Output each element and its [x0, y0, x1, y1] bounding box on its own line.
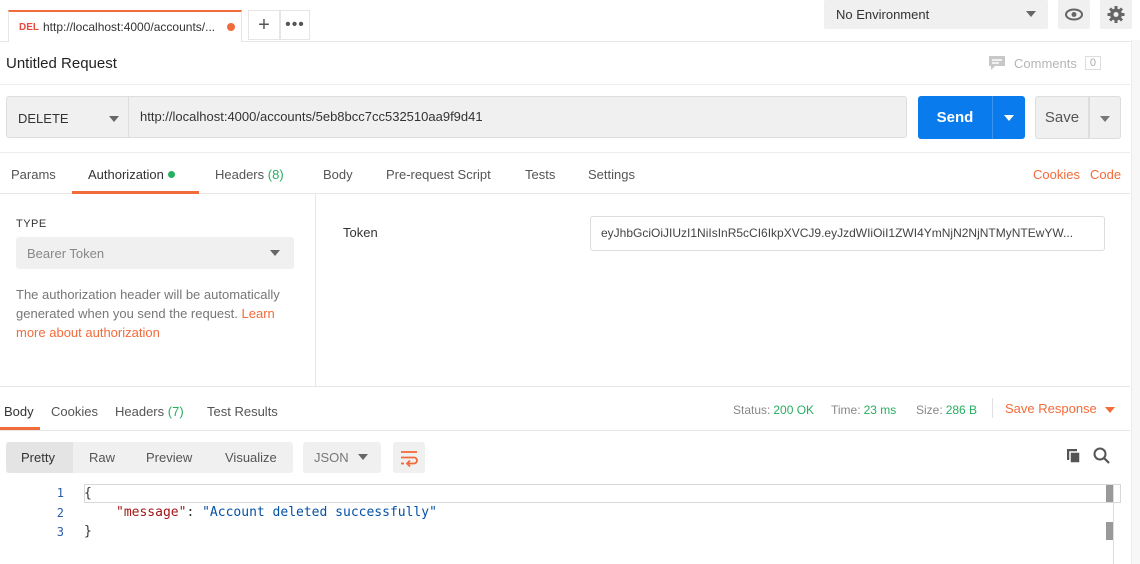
code-line-3: }	[84, 524, 92, 539]
tab-settings[interactable]: Settings	[588, 167, 635, 182]
chevron-down-icon	[358, 454, 368, 460]
tab-params[interactable]: Params	[11, 167, 56, 182]
url-input[interactable]: http://localhost:4000/accounts/5eb8bcc7c…	[129, 96, 907, 138]
wrap-lines-button[interactable]	[393, 442, 425, 473]
tab-headers[interactable]: Headers (8)	[215, 167, 284, 182]
save-response-button[interactable]: Save Response	[1005, 401, 1097, 416]
active-dot-icon	[167, 171, 175, 178]
code-scroll-marker[interactable]	[1106, 522, 1113, 540]
status-label: Status:	[733, 403, 771, 417]
view-raw-button[interactable]: Raw	[89, 450, 115, 465]
status-value[interactable]: 200 OK	[773, 403, 814, 417]
auth-description: The authorization header will be automat…	[16, 285, 301, 342]
response-tab-headers-label: Headers	[115, 404, 165, 419]
wrap-icon	[401, 451, 418, 468]
request-name[interactable]: Untitled Request	[6, 55, 117, 72]
tab-url-label: http://localhost:4000/accounts/...	[43, 20, 216, 34]
tab-method-label: DEL	[19, 22, 39, 33]
view-preview-button[interactable]: Preview	[146, 450, 192, 465]
save-button[interactable]: Save	[1035, 96, 1089, 139]
response-tab-cookies[interactable]: Cookies	[51, 404, 98, 419]
cookies-link[interactable]: Cookies	[1033, 167, 1080, 182]
chevron-down-icon	[270, 250, 280, 256]
tab-headers-count: (8)	[267, 167, 284, 182]
more-icon: •••	[285, 16, 305, 33]
code-line-1: {	[84, 486, 92, 501]
tab-authorization[interactable]: Authorization	[88, 167, 175, 182]
divider	[0, 430, 1130, 431]
code-line-2: "message": "Account deleted successfully…	[116, 505, 437, 520]
page-scrollbar[interactable]	[1131, 40, 1140, 564]
copy-button[interactable]	[1064, 446, 1084, 466]
line-number: 1	[56, 486, 64, 500]
view-pretty-button[interactable]: Pretty	[21, 450, 55, 465]
tab-tests[interactable]: Tests	[525, 167, 555, 182]
search-button[interactable]	[1092, 446, 1112, 466]
time-value[interactable]: 23 ms	[864, 403, 897, 417]
size-meta: Size: 286 B	[916, 403, 977, 417]
divider	[0, 386, 1130, 387]
request-tab[interactable]: DEL http://localhost:4000/accounts/...	[8, 10, 242, 42]
chevron-down-icon	[109, 116, 119, 122]
code-link[interactable]: Code	[1090, 167, 1121, 182]
token-input[interactable]: eyJhbGciOiJIUzI1NiIsInR5cCI6IkpXVCJ9.eyJ…	[590, 216, 1105, 251]
view-visualize-button[interactable]: Visualize	[225, 450, 277, 465]
comment-icon	[989, 56, 1005, 70]
request-tabs: Params Authorization Headers (8) Body Pr…	[0, 152, 1130, 194]
tab-body[interactable]: Body	[323, 167, 353, 182]
format-label: JSON	[314, 450, 349, 465]
comments-button[interactable]: Comments 0	[988, 53, 1101, 73]
eye-icon	[1065, 8, 1083, 21]
token-label: Token	[343, 225, 378, 240]
unsaved-dot-icon	[227, 23, 235, 31]
auth-type-select[interactable]: Bearer Token	[16, 237, 294, 269]
code-scroll-marker[interactable]	[1106, 485, 1113, 502]
auth-description-text: The authorization header will be automat…	[16, 287, 280, 321]
status-meta: Status: 200 OK	[733, 403, 814, 417]
active-line-highlight	[84, 484, 1121, 503]
environment-select[interactable]: No Environment	[824, 0, 1048, 29]
auth-type-label: TYPE	[16, 218, 47, 230]
new-tab-button[interactable]: +	[248, 10, 280, 40]
response-tab-test-results[interactable]: Test Results	[207, 404, 278, 419]
settings-button[interactable]	[1100, 0, 1132, 29]
copy-icon	[1067, 449, 1081, 464]
response-tab-headers-count: (7)	[167, 404, 184, 419]
line-number: 3	[56, 525, 64, 539]
auth-type-value: Bearer Token	[27, 246, 105, 261]
tab-options-button[interactable]: •••	[280, 10, 310, 40]
send-button[interactable]: Send	[918, 96, 992, 139]
chevron-down-icon[interactable]	[1105, 407, 1115, 413]
line-number: 2	[56, 506, 64, 520]
tab-prerequest-script[interactable]: Pre-request Script	[386, 167, 491, 182]
response-tab-body[interactable]: Body	[4, 404, 34, 419]
gear-icon	[1107, 6, 1125, 23]
time-label: Time:	[831, 403, 861, 417]
response-tab-headers[interactable]: Headers (7)	[115, 404, 184, 419]
size-value[interactable]: 286 B	[946, 403, 977, 417]
method-select[interactable]: DELETE	[6, 96, 129, 138]
environment-label: No Environment	[836, 7, 930, 22]
format-select[interactable]: JSON	[303, 442, 381, 473]
divider	[992, 398, 993, 418]
json-colon: :	[186, 505, 203, 520]
save-options-button[interactable]	[1089, 96, 1121, 139]
time-meta: Time: 23 ms	[831, 403, 896, 417]
send-options-button[interactable]	[992, 96, 1025, 139]
tab-strip: DEL http://localhost:4000/accounts/... +…	[0, 0, 1140, 42]
json-value: "Account deleted successfully"	[202, 505, 437, 520]
comments-count: 0	[1084, 56, 1101, 70]
environment-quick-look-button[interactable]	[1058, 0, 1090, 29]
tab-headers-label: Headers	[215, 167, 265, 182]
json-key: "message"	[116, 505, 187, 520]
divider	[0, 84, 1130, 85]
size-label: Size:	[916, 403, 943, 417]
search-icon	[1093, 447, 1110, 464]
tab-authorization-label: Authorization	[88, 167, 164, 182]
method-label: DELETE	[18, 111, 69, 126]
plus-icon: +	[258, 13, 270, 36]
comments-label: Comments	[1014, 55, 1077, 71]
divider	[1113, 484, 1114, 564]
chevron-down-icon	[1026, 11, 1036, 17]
